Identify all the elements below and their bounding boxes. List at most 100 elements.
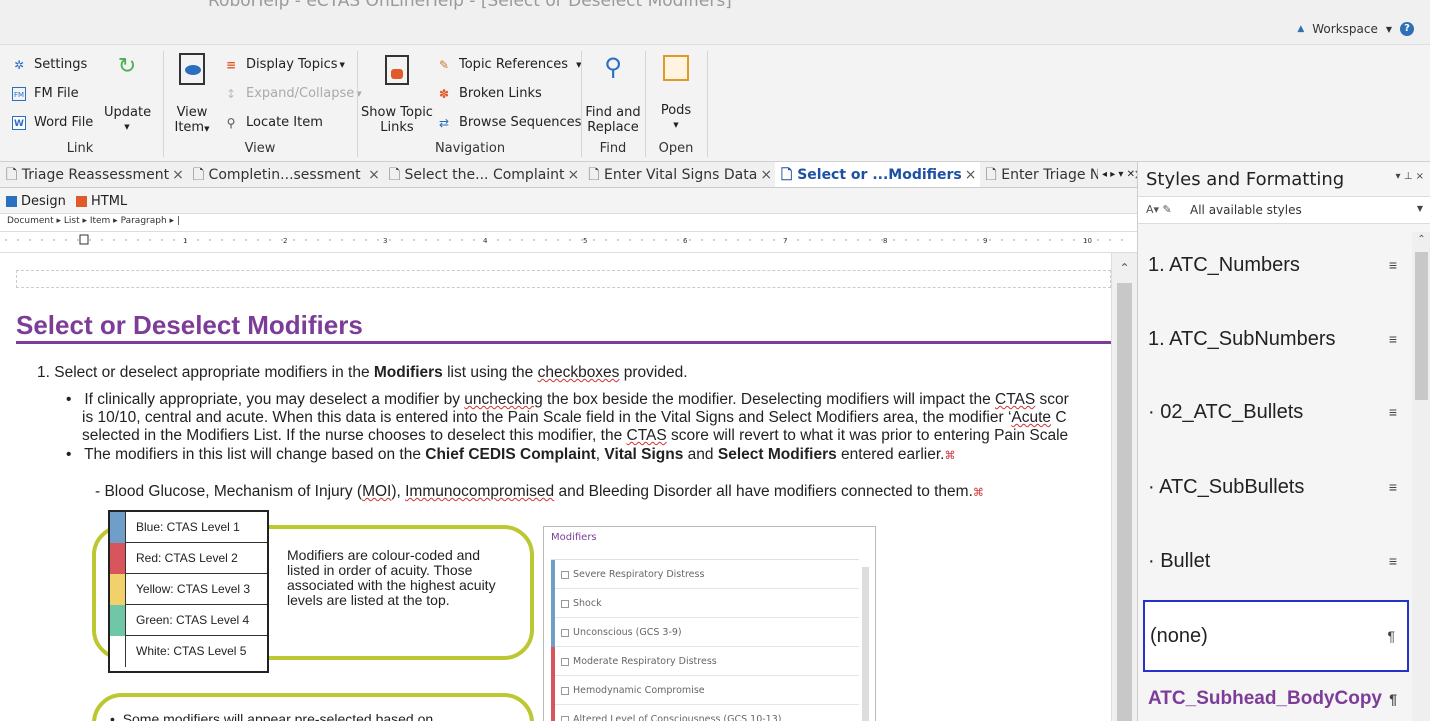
scroll-thumb[interactable]	[1117, 283, 1132, 721]
panel-window-controls[interactable]: ▾ ⊥ ×	[1396, 171, 1424, 182]
modifier-item[interactable]: Hemodynamic Compromise	[551, 676, 859, 705]
color-swatch	[110, 605, 126, 636]
styles-filter-bar[interactable]: A▾ ✎ All available styles ▼	[1138, 196, 1430, 224]
ruler-dot	[689, 239, 691, 241]
sequence-arrows-icon: ⇄	[438, 115, 450, 130]
modifier-item[interactable]: Altered Level of Consciousness (GCS 10-1…	[551, 705, 859, 721]
styles-panel-title: Styles and Formatting	[1146, 169, 1345, 190]
view-item-label-2: Item▼	[174, 120, 210, 135]
ruler-dot	[617, 239, 619, 241]
style-item[interactable]: (none) ¶	[1143, 600, 1409, 672]
modifier-item[interactable]: Severe Respiratory Distress	[551, 560, 859, 589]
styles-scrollbar[interactable]: ⌃	[1412, 232, 1430, 721]
tab-completing-assessment[interactable]: 🗋 Completin...sessment ×	[187, 162, 383, 187]
ruler-dot	[101, 239, 103, 241]
style-item[interactable]: 1. ATC_Numbers ≡	[1143, 229, 1409, 301]
help-icon[interactable]: ?	[1400, 22, 1414, 36]
checkbox[interactable]	[561, 715, 569, 721]
broken-links-label: Broken Links	[459, 86, 542, 101]
style-item[interactable]: 1. ATC_SubNumbers ≡	[1143, 303, 1409, 375]
tab-enter-vital-signs[interactable]: 🗋 Enter Vital Signs Data ×	[582, 162, 775, 187]
html-tab[interactable]: HTML	[76, 194, 127, 209]
modifier-item[interactable]: Shock	[551, 589, 859, 618]
document-canvas[interactable]: Select or Deselect Modifiers 1. Select o…	[0, 253, 1111, 721]
scroll-thumb[interactable]	[1415, 252, 1428, 400]
style-item[interactable]: ATC_Subhead_BodyCopy ¶	[1143, 674, 1409, 724]
style-tools-icon[interactable]: A▾ ✎	[1146, 203, 1172, 216]
ruler-dot	[713, 239, 715, 241]
ruler-dot	[941, 239, 943, 241]
ruler-dot	[797, 239, 799, 241]
close-icon[interactable]: ×	[965, 167, 977, 183]
modifiers-scrollbar[interactable]	[862, 567, 869, 721]
style-item[interactable]: · 02_ATC_Bullets ≡	[1143, 376, 1409, 448]
design-tab[interactable]: Design	[6, 194, 66, 209]
broken-links-button[interactable]: ✽ Broken Links	[437, 86, 542, 101]
ruler-dot	[641, 239, 643, 241]
ruler-dot	[605, 239, 607, 241]
fm-file-button[interactable]: FM FM File	[12, 86, 79, 101]
word-file-button[interactable]: W Word File	[12, 115, 93, 130]
document-scrollbar[interactable]: ⌃	[1111, 253, 1137, 721]
close-icon[interactable]: ×	[368, 167, 380, 183]
modifier-label: Altered Level of Consciousness (GCS 10-1…	[573, 714, 782, 721]
workspace-menu[interactable]: ▲ Workspace ▼ ?	[1297, 22, 1414, 36]
scroll-up-icon[interactable]: ⌃	[1112, 261, 1137, 275]
checkbox[interactable]	[561, 570, 569, 579]
display-topics-button[interactable]: ≡ Display Topics ▼	[224, 57, 345, 72]
browse-sequences-button[interactable]: ⇄ Browse Sequences	[437, 115, 581, 130]
ruler-dot	[1037, 239, 1039, 241]
pods-label: Pods	[660, 103, 692, 118]
style-type-icon: ¶	[1389, 691, 1397, 707]
styles-filter-value: All available styles	[1190, 203, 1302, 217]
close-icon[interactable]: ×	[760, 167, 772, 183]
callout-text-2: • Some modifiers will appear pre-selecte…	[110, 711, 434, 721]
topic-references-button[interactable]: ✎ Topic References ▼	[437, 57, 582, 72]
breadcrumb[interactable]: Document ▸ List ▸ Item ▸ Paragraph ▸ |	[0, 214, 1137, 231]
legend-label: Green: CTAS Level 4	[136, 613, 250, 627]
tab-triage-reassessment[interactable]: 🗋 Triage Reassessment ×	[0, 162, 187, 187]
tab-scroll-controls[interactable]: ◂ ▸ ▾ ✕	[1098, 162, 1135, 187]
modifier-label: Moderate Respiratory Distress	[573, 656, 717, 667]
modifiers-list[interactable]: Severe Respiratory Distress Shock Unconsci…	[551, 559, 859, 721]
page-icon: 🗋	[192, 167, 205, 183]
modifier-item[interactable]: Unconscious (GCS 3-9)	[551, 618, 859, 647]
checkbox[interactable]	[561, 599, 569, 608]
checkbox[interactable]	[561, 686, 569, 695]
legend-row: Red: CTAS Level 2	[110, 543, 267, 574]
find-replace-button[interactable]: ⚲ Find and Replace	[584, 49, 642, 135]
scroll-up-icon[interactable]: ⌃	[1412, 234, 1430, 245]
style-item[interactable]: · Bullet ≡	[1143, 525, 1409, 597]
view-item-button[interactable]: View Item▼	[172, 49, 212, 137]
legend-row: Green: CTAS Level 4	[110, 605, 267, 636]
ruler-dot	[41, 239, 43, 241]
close-icon[interactable]: ×	[568, 167, 580, 183]
checkbox[interactable]	[561, 657, 569, 666]
show-topic-label: Show Topic	[361, 105, 433, 120]
document-tabs: 🗋 Triage Reassessment × 🗋 Completin...sess…	[0, 162, 1137, 188]
locate-item-button[interactable]: ⚲ Locate Item	[224, 115, 323, 130]
tab-select-modifiers[interactable]: 🗋 Select or ...Modifiers ×	[775, 162, 980, 187]
pods-button[interactable]: Pods ▼	[650, 49, 702, 133]
legend-label: White: CTAS Level 5	[136, 644, 247, 658]
ruler-dot	[1013, 239, 1015, 241]
find-group-label: Find	[599, 141, 627, 156]
settings-button[interactable]: ✲ Settings	[12, 57, 87, 72]
ribbon: ✲ Settings FM FM File W Word File ↻ Update …	[0, 44, 1430, 162]
modifier-item[interactable]: Moderate Respiratory Distress	[551, 647, 859, 676]
tab-select-complaint[interactable]: 🗋 Select the... Complaint ×	[383, 162, 582, 187]
update-button[interactable]: ↻ Update ▼	[104, 49, 151, 135]
checkbox[interactable]	[561, 628, 569, 637]
expand-collapse-button[interactable]: ↕ Expand/Collapse ▼	[224, 86, 362, 101]
html-label: HTML	[91, 194, 128, 209]
word-file-label: Word File	[34, 115, 94, 130]
show-topic-links-button[interactable]: Show Topic Links	[360, 49, 434, 135]
close-icon[interactable]: ×	[172, 167, 184, 183]
ruler-dot	[329, 239, 331, 241]
color-swatch	[110, 636, 126, 667]
ruler-dot	[317, 239, 319, 241]
marker-icon: ⌘	[972, 487, 984, 499]
marker-icon: ⌘	[944, 450, 956, 462]
ruler-dot	[497, 239, 499, 241]
style-item[interactable]: · ATC_SubBullets ≡	[1143, 451, 1409, 523]
